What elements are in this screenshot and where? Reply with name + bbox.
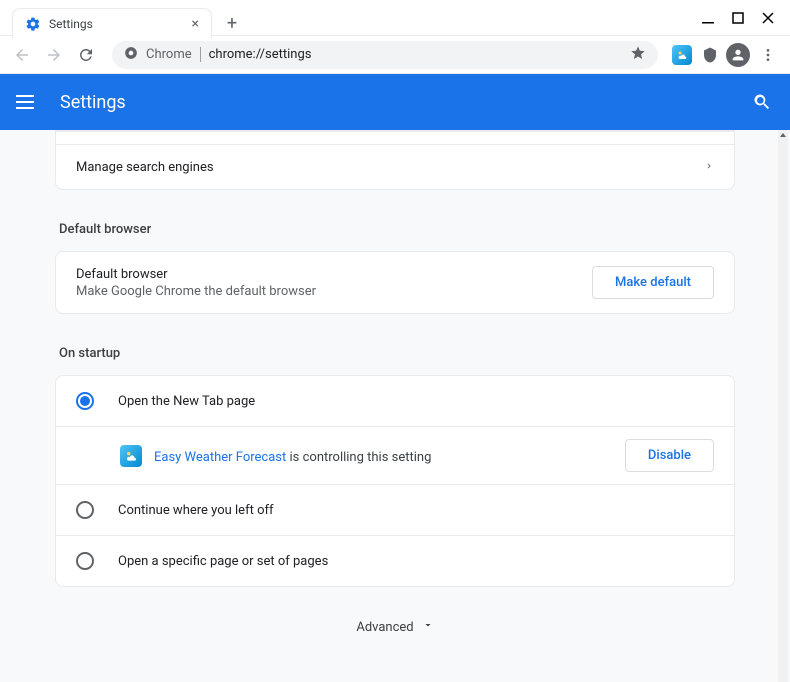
manage-search-label: Manage search engines xyxy=(76,160,704,175)
startup-option-specific[interactable]: Open a specific page or set of pages xyxy=(56,535,734,586)
chrome-logo-icon xyxy=(124,46,138,64)
reload-button[interactable] xyxy=(72,41,100,69)
search-icon[interactable] xyxy=(750,90,774,114)
settings-gear-icon xyxy=(25,16,41,32)
startup-new-tab-label: Open the New Tab page xyxy=(118,394,255,409)
extension-weather-icon[interactable] xyxy=(670,43,694,67)
close-tab-icon[interactable]: × xyxy=(192,16,199,32)
startup-option-continue[interactable]: Continue where you left off xyxy=(56,484,734,535)
chevron-right-icon xyxy=(704,159,714,175)
settings-content: Manage search engines Default browser De… xyxy=(0,130,790,682)
tab-strip: Settings × + xyxy=(12,8,246,38)
browser-menu-button[interactable] xyxy=(754,41,782,69)
browser-tab[interactable]: Settings × xyxy=(12,8,212,38)
make-default-button[interactable]: Make default xyxy=(592,266,714,299)
default-browser-sub: Make Google Chrome the default browser xyxy=(76,284,592,299)
window-title-bar: Settings × + xyxy=(0,0,790,36)
search-engine-card: Manage search engines xyxy=(55,130,735,190)
default-browser-card: Default browser Make Google Chrome the d… xyxy=(55,251,735,314)
window-controls xyxy=(702,12,782,24)
radio-unselected-icon[interactable] xyxy=(76,501,94,519)
omnibox-url: chrome://settings xyxy=(209,47,312,62)
startup-continue-label: Continue where you left off xyxy=(118,503,274,518)
address-bar[interactable]: Chrome chrome://settings xyxy=(112,41,658,69)
close-icon[interactable] xyxy=(762,12,774,24)
startup-option-new-tab[interactable]: Open the New Tab page xyxy=(56,376,734,426)
startup-specific-label: Open a specific page or set of pages xyxy=(118,554,328,569)
on-startup-card: Open the New Tab page Easy Weather Forec… xyxy=(55,375,735,587)
on-startup-section-title: On startup xyxy=(55,322,735,375)
default-browser-label: Default browser xyxy=(76,267,592,282)
back-button[interactable] xyxy=(8,41,36,69)
browser-toolbar: Chrome chrome://settings xyxy=(0,36,790,74)
bookmark-star-icon[interactable] xyxy=(630,45,646,65)
new-tab-button[interactable]: + xyxy=(218,9,246,37)
profile-avatar[interactable] xyxy=(726,43,750,67)
extension-control-notice: Easy Weather Forecast is controlling thi… xyxy=(56,426,734,484)
chevron-down-icon xyxy=(422,619,434,635)
extension-notice-text: is controlling this setting xyxy=(286,450,431,465)
extension-badge-icon xyxy=(120,445,142,467)
default-browser-section-title: Default browser xyxy=(55,198,735,251)
radio-selected-icon[interactable] xyxy=(76,392,94,410)
disable-extension-button[interactable]: Disable xyxy=(625,439,714,472)
settings-header: Settings xyxy=(0,74,790,130)
minimize-icon[interactable] xyxy=(702,12,714,24)
maximize-icon[interactable] xyxy=(732,12,744,24)
omnibox-prefix: Chrome xyxy=(146,47,201,62)
extension-name-link[interactable]: Easy Weather Forecast xyxy=(154,450,286,465)
forward-button[interactable] xyxy=(40,41,68,69)
manage-search-engines-row[interactable]: Manage search engines xyxy=(56,144,734,189)
default-browser-row: Default browser Make Google Chrome the d… xyxy=(56,252,734,313)
tab-title: Settings xyxy=(49,17,184,31)
page-title: Settings xyxy=(60,92,750,113)
extension-shield-icon[interactable] xyxy=(698,43,722,67)
hamburger-menu-icon[interactable] xyxy=(16,90,40,114)
scrollbar[interactable] xyxy=(778,130,788,682)
advanced-toggle[interactable]: Advanced xyxy=(55,595,735,659)
radio-unselected-icon[interactable] xyxy=(76,552,94,570)
advanced-label: Advanced xyxy=(356,620,413,635)
